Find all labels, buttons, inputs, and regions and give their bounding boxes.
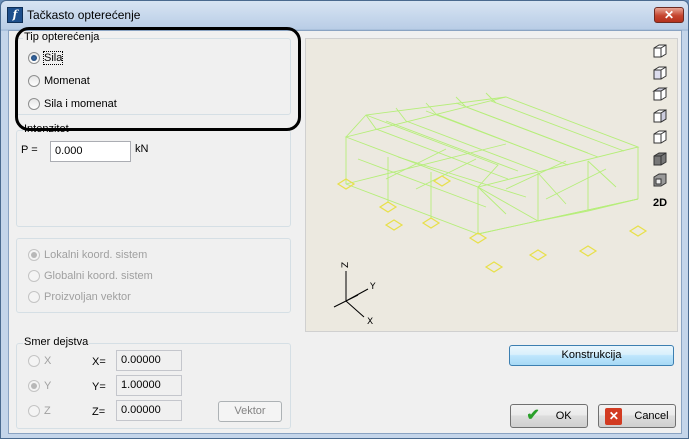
dialog-window: f Tačkasto opterećenje ✕ Tip opterećenja… (0, 0, 689, 439)
axis-x-label: X (367, 317, 373, 327)
check-icon: ✔ (526, 407, 540, 424)
radio-circle[interactable] (28, 52, 40, 64)
intensity-legend: Intenzitet (23, 123, 70, 135)
p-label: P = (21, 144, 38, 156)
vector-button[interactable]: Vektor (218, 401, 282, 422)
cancel-x-icon: ✕ (605, 407, 623, 425)
radio-label: Globalni koord. sistem (44, 270, 153, 282)
x-value-input[interactable]: 0.00000 (116, 350, 182, 371)
z-value-input[interactable]: 0.00000 (116, 400, 182, 421)
window-title: Tačkasto opterećenje (27, 8, 141, 22)
radio-label: Lokalni koord. sistem (44, 249, 148, 261)
radio-label: Momenat (44, 75, 90, 87)
view-back-icon[interactable] (651, 128, 669, 146)
close-icon: ✕ (663, 8, 675, 22)
title-bar[interactable]: f Tačkasto opterećenje ✕ (1, 1, 688, 29)
radio-circle[interactable] (28, 270, 40, 282)
radio-circle[interactable] (28, 355, 40, 367)
cancel-button[interactable]: ✕ Cancel (598, 404, 676, 428)
radio-sila-i-momenat[interactable]: Sila i momenat (28, 98, 117, 110)
cancel-label: Cancel (634, 410, 669, 422)
y-label: Y= (92, 381, 106, 393)
radio-label: Proizvoljan vektor (44, 291, 131, 303)
axis-z-label: Z (341, 262, 351, 268)
load-type-legend: Tip opterećenja (23, 31, 101, 43)
construction-button[interactable]: Konstrukcija (509, 345, 674, 366)
dialog-client: Tip opterećenja Sila Momenat Sila i mome… (8, 30, 682, 434)
radio-dir-z[interactable]: Z (28, 405, 51, 417)
load-type-group: Tip opterećenja Sila Momenat Sila i mome… (16, 31, 291, 115)
view-solid-icon[interactable] (651, 150, 669, 168)
view-3d-icon[interactable] (651, 171, 669, 189)
intensity-group: Intenzitet P = 0.000 kN (16, 123, 291, 227)
direction-legend: Smer dejstva (23, 336, 90, 348)
structure-model[interactable]: Z Y X (306, 39, 677, 331)
radio-sila[interactable]: Sila (28, 51, 64, 65)
app-icon: f (7, 7, 23, 23)
z-label: Z= (92, 406, 106, 418)
radio-dir-y[interactable]: Y (28, 380, 51, 392)
support-markers (336, 175, 648, 273)
direction-group: Smer dejstva X X= 0.00000 Y Y= 1.00000 Z… (16, 336, 291, 429)
view-side-icon[interactable] (651, 107, 669, 125)
coord-system-group: Lokalni koord. sistem Globalni koord. si… (16, 238, 291, 313)
x-label: X= (92, 356, 106, 368)
radio-label: Sila i momenat (44, 98, 117, 110)
axis-y-label: Y (369, 282, 376, 292)
radio-circle[interactable] (28, 98, 40, 110)
view-box-icon[interactable] (651, 85, 669, 103)
radio-circle[interactable] (28, 75, 40, 87)
p-value-input[interactable]: 0.000 (50, 141, 131, 162)
view-iso-icon[interactable] (651, 42, 669, 60)
frame-wireframe (344, 92, 640, 235)
radio-momenat[interactable]: Momenat (28, 75, 90, 87)
radio-circle[interactable] (28, 405, 40, 417)
radio-global-coord[interactable]: Globalni koord. sistem (28, 270, 153, 282)
ok-button[interactable]: ✔ OK (510, 404, 588, 428)
view-front-icon[interactable] (651, 64, 669, 82)
radio-label: Sila (42, 51, 64, 65)
radio-label: Y (44, 380, 52, 392)
view-2d-button[interactable]: 2D (649, 194, 671, 212)
ok-label: OK (555, 410, 572, 422)
axis-triad (333, 271, 369, 318)
radio-arbitrary-vector[interactable]: Proizvoljan vektor (28, 291, 131, 303)
y-value-input[interactable]: 1.00000 (116, 375, 182, 396)
radio-circle[interactable] (28, 291, 40, 303)
model-viewport[interactable]: Z Y X 2D (305, 38, 678, 332)
radio-circle[interactable] (28, 380, 40, 392)
radio-label: X (44, 355, 52, 367)
radio-local-coord[interactable]: Lokalni koord. sistem (28, 249, 147, 261)
radio-label: Z (44, 405, 51, 417)
radio-dir-x[interactable]: X (28, 355, 51, 367)
p-unit-label: kN (135, 143, 149, 155)
radio-circle[interactable] (28, 249, 40, 261)
close-button[interactable]: ✕ (654, 7, 684, 23)
